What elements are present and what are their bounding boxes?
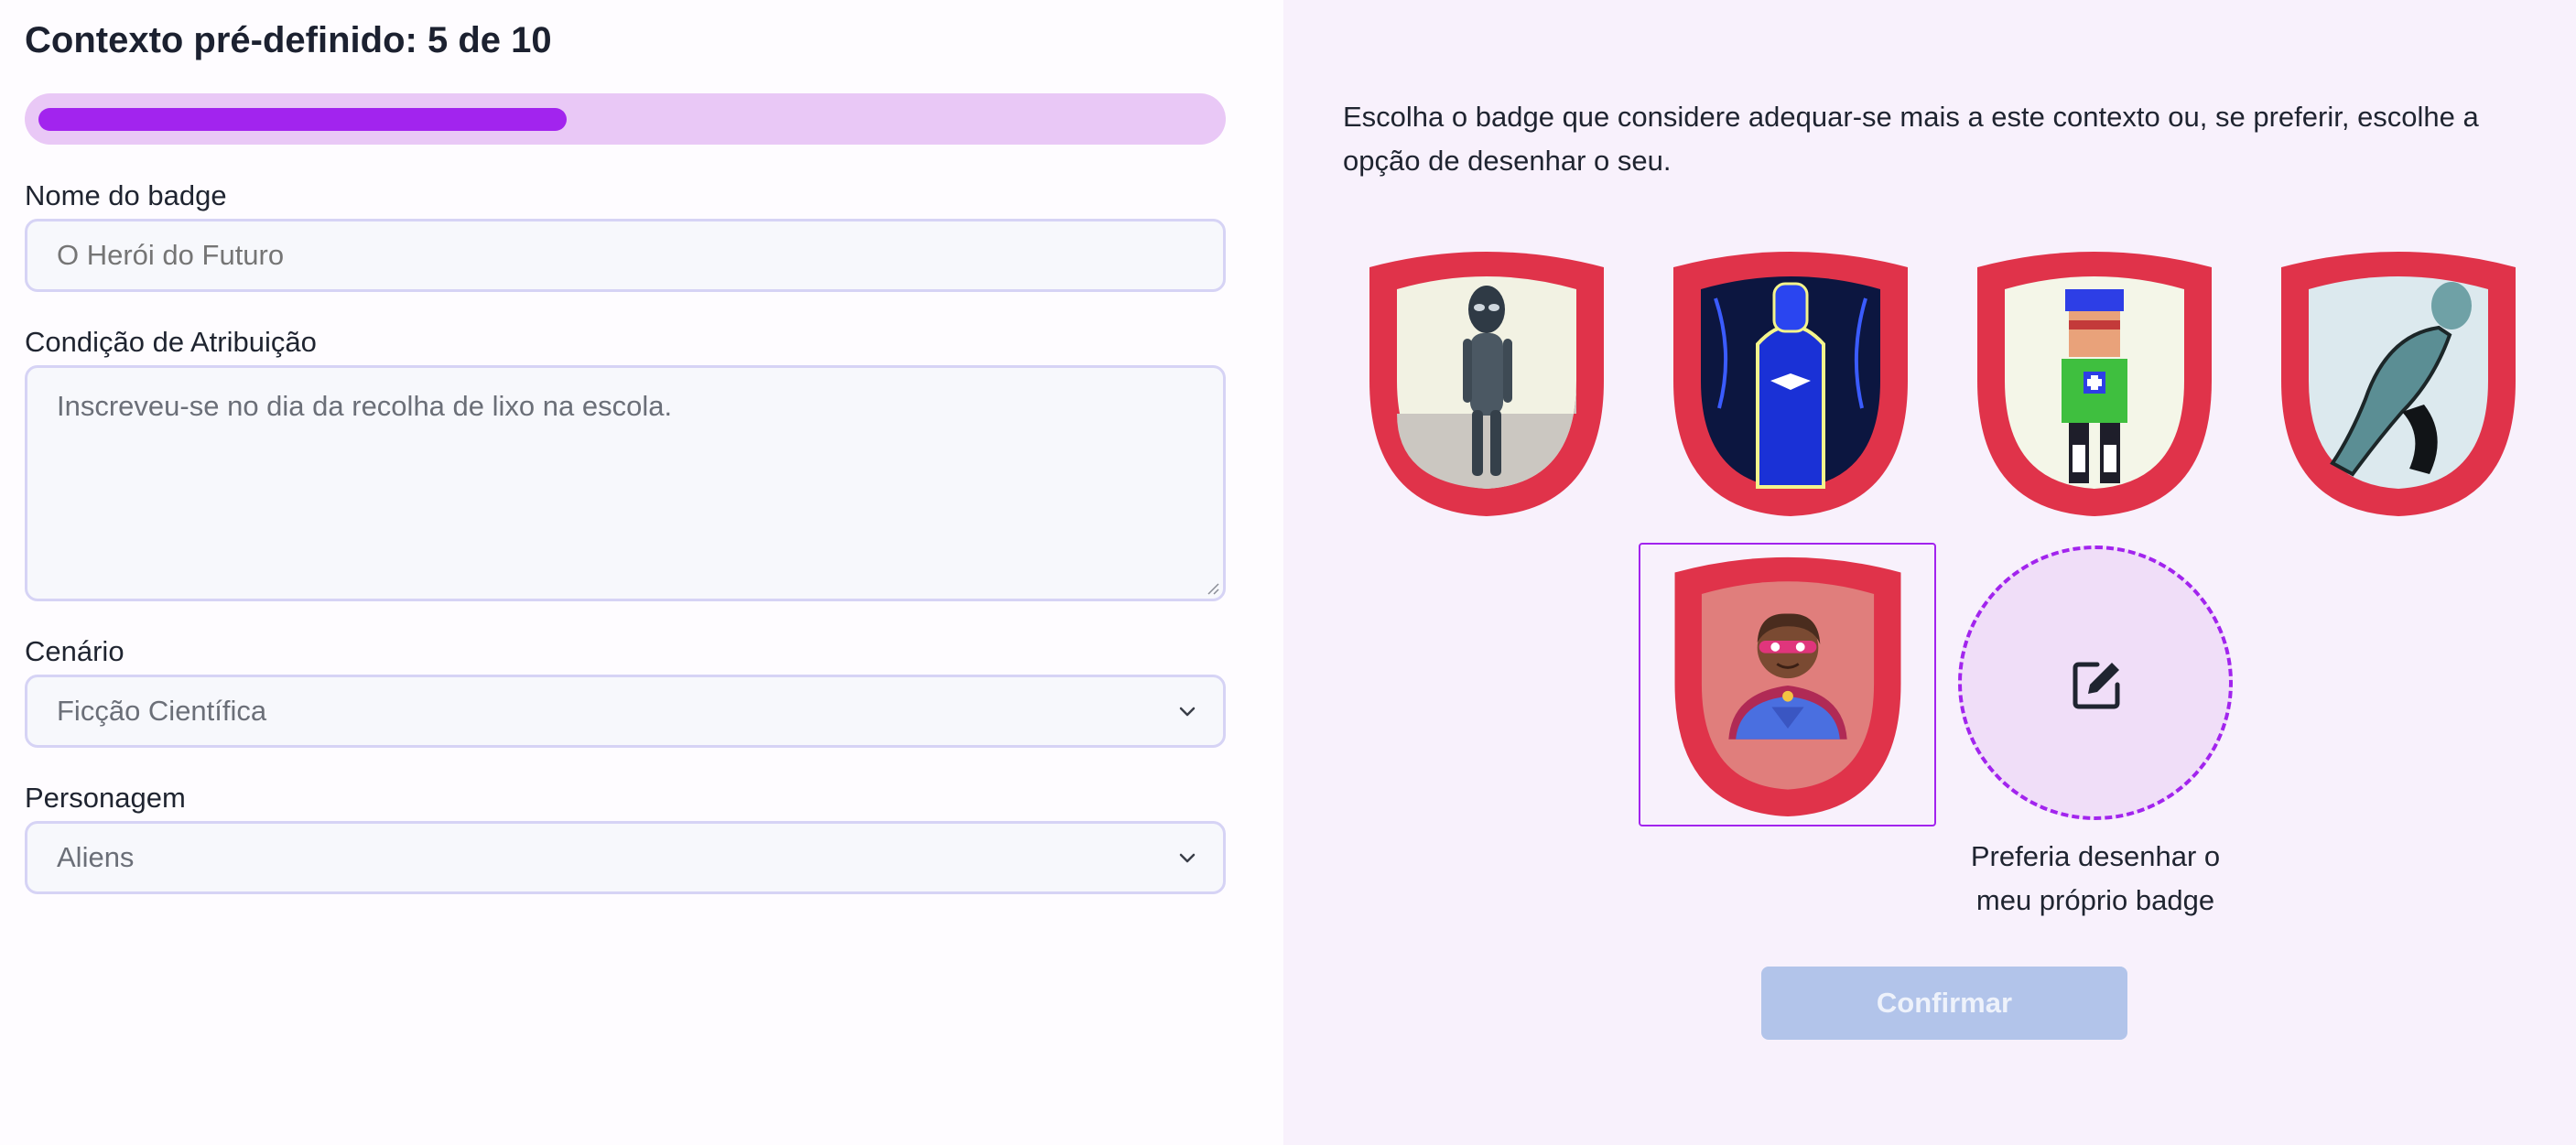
badge-option-pixel-hero[interactable] (1974, 243, 2215, 518)
scenario-value: Ficção Científica (57, 695, 267, 727)
badge-option-leaping-alien[interactable] (2278, 243, 2519, 518)
badge-option-superhero[interactable] (1668, 549, 1908, 818)
pixel-hero-badge-image (1977, 252, 2212, 516)
grey-alien-badge-image (1369, 252, 1604, 516)
chevron-down-icon (1179, 853, 1196, 863)
character-label: Personagem (25, 782, 186, 814)
progress-bar (25, 93, 1226, 145)
leaping-alien-badge-image (2281, 252, 2516, 516)
badge-option-blue-figure[interactable] (1670, 243, 1911, 518)
progress-bar-fill (38, 108, 567, 131)
scenario-label: Cenário (25, 635, 124, 667)
chevron-down-icon (1179, 707, 1196, 717)
edit-icon (2073, 662, 2120, 709)
superhero-badge-image (1674, 556, 1901, 817)
page-title: Contexto pré-definido: 5 de 10 (25, 20, 552, 60)
confirm-button[interactable]: Confirmar (1761, 967, 2127, 1040)
badge-name-input[interactable] (25, 219, 1226, 292)
character-value: Aliens (57, 841, 135, 873)
scenario-select[interactable]: Ficção Científica (25, 675, 1226, 748)
badge-name-label: Nome do badge (25, 179, 227, 211)
chooser-intro: Escolha o badge que considere adequar-se… (1343, 101, 2479, 177)
blue-figure-badge-image (1673, 252, 1908, 516)
condition-label: Condição de Atribuição (25, 326, 317, 358)
draw-own-badge-button[interactable] (1958, 545, 2233, 820)
draw-own-badge-caption: Preferia desenhar o meu próprio badge (1970, 840, 2221, 916)
badge-option-grey-alien[interactable] (1366, 243, 1607, 518)
resize-grip-icon[interactable] (1205, 580, 1219, 595)
character-select[interactable]: Aliens (25, 821, 1226, 894)
condition-textarea[interactable]: Inscreveu-se no dia da recolha de lixo n… (25, 365, 1226, 601)
condition-placeholder: Inscreveu-se no dia da recolha de lixo n… (57, 390, 673, 422)
